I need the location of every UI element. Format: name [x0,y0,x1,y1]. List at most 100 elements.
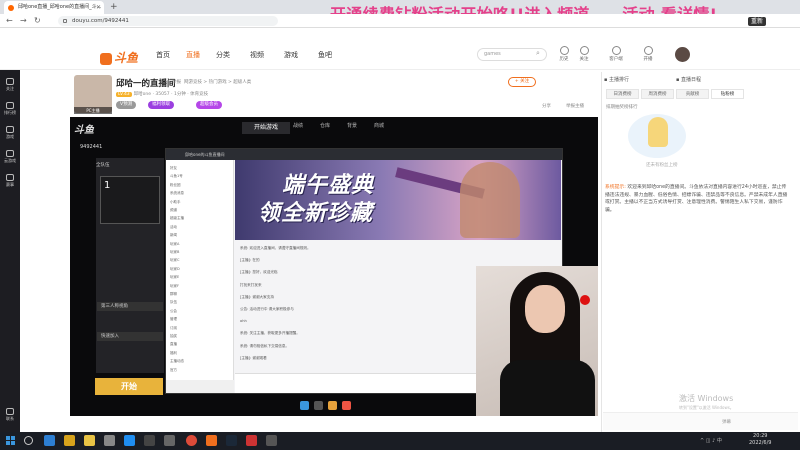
clock-date: 2022/6/9 [749,440,772,446]
windows-start-icon[interactable] [6,436,15,445]
taskbar-app-icon[interactable] [144,435,155,446]
game-room-id: 9492441 [80,144,103,150]
room-category[interactable]: 网游竞技 > 热门游戏 > 超级人类 [184,79,251,85]
chat-message: ohh [240,319,247,324]
taskbar-app-icon[interactable] [246,435,257,446]
team-label: 全队伍 [96,163,110,168]
share-button[interactable]: 分享 [542,103,551,109]
contact-item: 公会 [170,308,177,313]
new-tab-icon[interactable]: + [110,0,118,14]
rail-rank[interactable]: 排行榜 [0,102,20,116]
game-tab-stats: 战绩 [293,123,304,129]
rail-game[interactable]: 游戏 [0,126,20,140]
chat-message: 打扰来打扰来 [240,282,262,287]
chat-message: [主播]: 您好，欢迎光临 [240,270,278,275]
chat-message: [主播]: 谢谢观看 [240,355,267,360]
taskbar-app-icon[interactable] [104,435,115,446]
nav-home[interactable]: 首页 [156,50,170,60]
empty-rank-text: 还未有粉丝上榜 [646,163,678,168]
taskbar-app-icon[interactable] [124,435,135,446]
camera-icon [643,46,653,55]
game-tab-shop: 商城 [374,123,385,129]
logo-text: 斗鱼 [114,51,139,65]
contact-item: 抽奖 [170,334,177,338]
schedule-header[interactable]: ▪ 直播日程 [676,74,740,86]
taskbar-app-icon[interactable] [84,435,95,446]
rail-follow[interactable]: 关注 [0,78,20,92]
system-tray[interactable]: ^ ◫ ♪ 中 [700,437,722,444]
system-clock[interactable]: 20:29 2022/6/9 [749,433,771,447]
site-favicon-icon [8,5,14,11]
forward-icon[interactable]: → [20,15,27,27]
welfare-pill[interactable]: 福利领取 [148,101,174,109]
super-member-pill[interactable]: 超级会员 [196,101,222,109]
taskbar-app-icon [328,401,337,410]
contact-item: 直播 [170,342,177,347]
avatar-label: PC主播 [74,107,112,114]
taskbar-chrome-icon[interactable] [186,435,197,446]
contact-item: 玩家F [170,283,180,288]
taskbar-explorer-icon[interactable] [64,435,75,446]
tab-weekly[interactable]: 周消费榜 [641,89,674,99]
taskbar-app-icon[interactable] [164,435,175,446]
nav-video[interactable]: 视频 [250,50,264,60]
contact-toolbar [166,380,234,393]
report-link[interactable]: 举报 [172,79,181,85]
nav-fishbar[interactable]: 鱼吧 [318,50,332,60]
start-live-button[interactable]: 开播 [636,46,660,62]
nav-live[interactable]: 直播 [186,50,200,60]
browser-tab-title: 邱哈one直播_邱哈one的直播间_斗... [18,4,102,10]
download-icon [611,46,621,55]
douyu-logo[interactable]: 斗鱼 [100,49,138,66]
follow-list-button[interactable]: 关注 [572,46,596,62]
gamepad-icon [6,126,14,133]
ad-headline-2: 领全新珍藏 [258,201,374,226]
reload-icon[interactable]: ↻ [34,15,41,27]
user-avatar[interactable] [675,47,690,62]
contact-item: 玩家A [170,241,180,246]
tab-daily[interactable]: 日消费榜 [606,89,639,99]
taskbar-taskview-icon[interactable] [44,435,55,446]
report-anchor-button[interactable]: 举报主播 [566,103,584,109]
follow-button[interactable]: + 关注 [508,77,536,87]
browser-tab[interactable]: 邱哈one直播_邱哈one的直播间_斗... [4,1,104,14]
cup-icon [6,174,14,181]
nav-games[interactable]: 游戏 [284,50,298,60]
contact-item: 小助手 [170,199,181,204]
taskbar-douyu-icon[interactable] [206,435,217,446]
taskbar-search-icon[interactable] [24,436,33,445]
taskbar-app-icon[interactable] [266,435,277,446]
activation-watermark: 激活 Windows [679,394,734,403]
mode-third-person: 第三人称视角 [97,302,163,311]
left-rail [0,70,20,432]
restart-button[interactable]: 重新 [748,17,767,26]
contact-item: 新闻 [170,233,177,238]
search-icon[interactable]: ⌕ [536,49,540,58]
webcam-body [500,360,595,416]
client-button[interactable]: 客户端 [604,46,628,62]
contact-item: 官方 [170,367,177,372]
game-badge: 斗鱼 [74,125,94,136]
chat-message: 系统: 关注主播，获取更多开播提醒。 [240,331,300,336]
chat-message: 系统: 欢迎进入直播间，请遵守直播间规则。 [240,246,311,250]
rail-contact[interactable]: 联系 [0,408,20,422]
taskbar-steam-icon[interactable] [226,435,237,446]
taskbar-app-icon [314,401,323,410]
danmaku-input[interactable] [603,412,798,430]
nav-category[interactable]: 分类 [216,50,230,60]
back-icon[interactable]: ← [6,15,13,27]
contact-item: 管理 [170,317,177,322]
tab-close-icon[interactable]: ✕ [96,1,101,14]
tab-contribution[interactable]: 贡献榜 [676,89,709,99]
url-input[interactable]: douyu.com/9492441 [58,16,278,26]
contact-item: 福利 [170,350,177,355]
logo-mark-icon [100,52,112,65]
rail-events[interactable]: 赛事 [0,174,20,188]
tab-diamond[interactable]: 钻粉榜 [711,89,744,99]
danmaku-label: 弹幕 [722,420,731,425]
rail-cloud-game[interactable]: 云游戏 [0,150,20,164]
mode-quick-join: 快速加入 [97,332,163,341]
contact-item: 群聊 [170,292,177,296]
predict-pill[interactable]: V预测 [116,101,137,109]
contact-item: 玩家E [170,275,180,280]
